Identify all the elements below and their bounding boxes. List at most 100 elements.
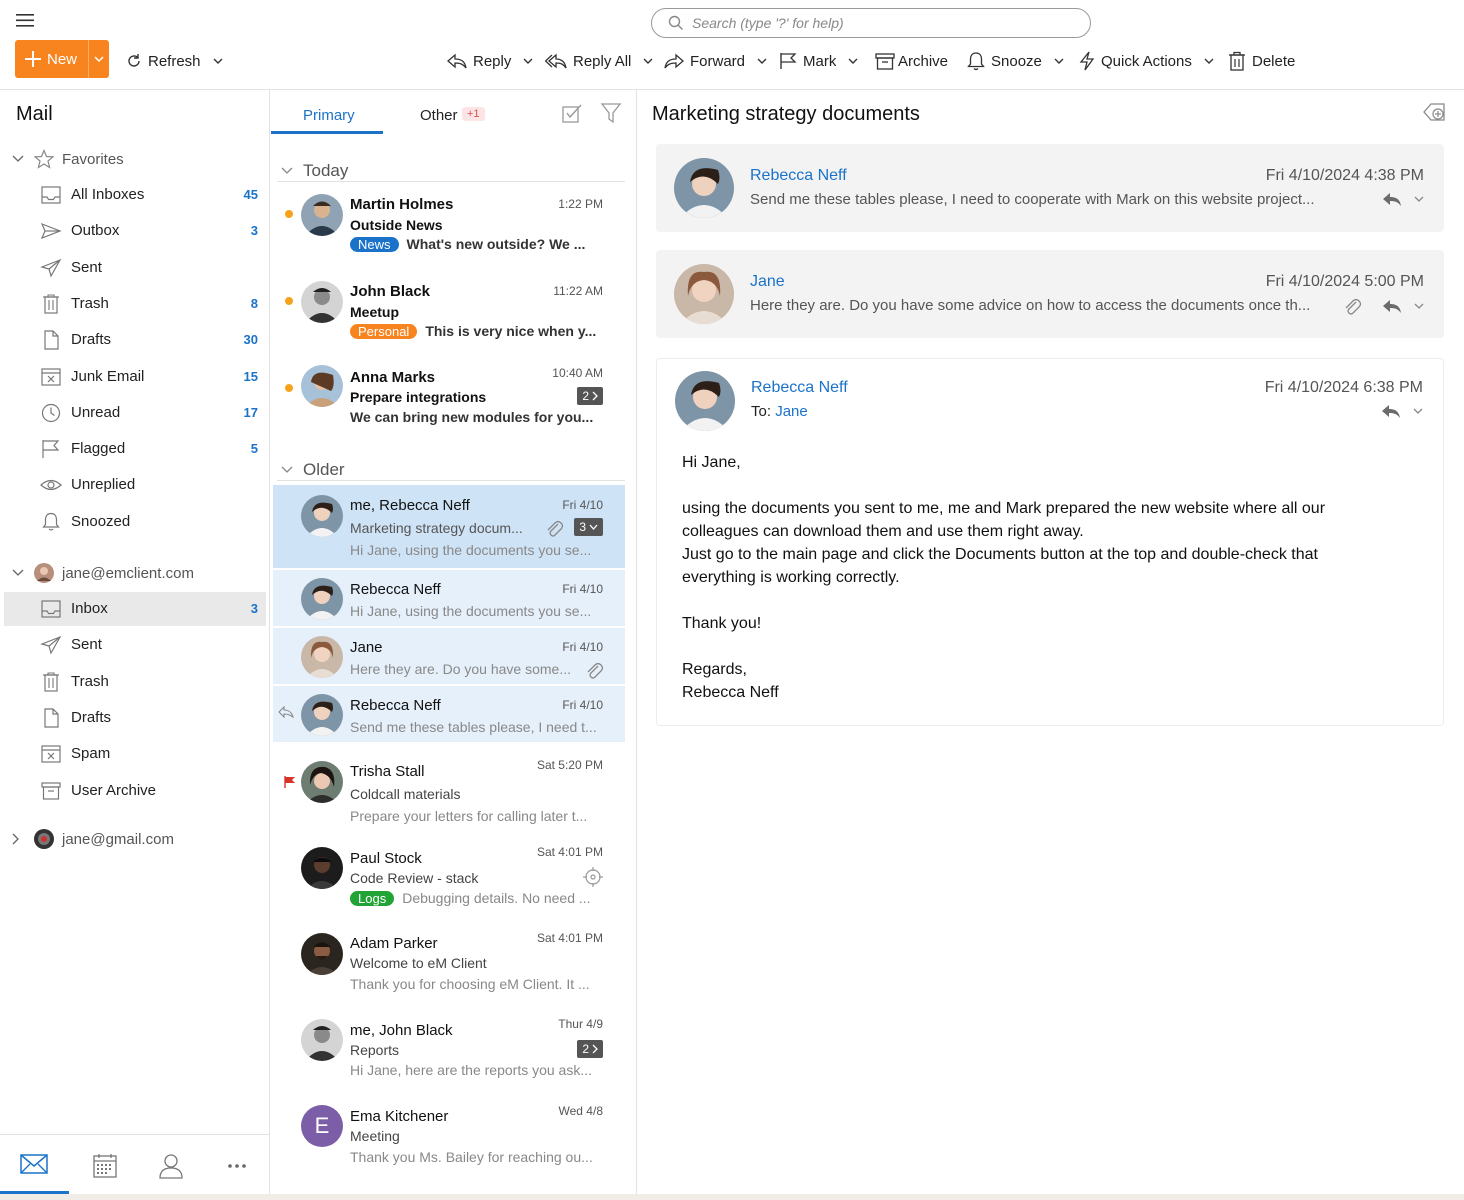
list-item[interactable]: John Black 11:22 AM Meetup Personal This … [273, 273, 625, 347]
chevron-down-icon[interactable] [1414, 303, 1424, 309]
reply-icon[interactable] [1382, 191, 1402, 207]
list-item-selected[interactable]: me, Rebecca Neff Fri 4/10 Marketing stra… [273, 485, 625, 568]
account-jane-emclient[interactable]: jane@emclient.com [12, 561, 194, 585]
list-item[interactable]: me, John Black Thur 4/9 Reports 2 Hi Jan… [273, 1012, 625, 1088]
forward-icon [664, 53, 684, 69]
new-button-main[interactable]: New [15, 40, 89, 78]
message-card-collapsed[interactable]: Jane Fri 4/10/2024 5:00 PM Here they are… [656, 250, 1444, 338]
sidebar-item-trash[interactable]: Trash 8 [4, 287, 266, 321]
thread-count-badge[interactable]: 3 [574, 518, 603, 536]
eye-icon [40, 475, 62, 495]
archive-button[interactable]: Archive [875, 48, 948, 74]
reply-icon[interactable] [1381, 403, 1401, 419]
list-item[interactable]: Anna Marks 10:40 AM Prepare integrations… [273, 360, 625, 434]
refresh-button[interactable]: Refresh [126, 48, 223, 74]
message-card-collapsed[interactable]: Rebecca Neff Fri 4/10/2024 4:38 PM Send … [656, 144, 1444, 232]
sidebar-item-label: Trash [71, 294, 109, 312]
sidebar-item-sent[interactable]: Sent [4, 251, 266, 285]
message-time: Fri 4/10 [562, 640, 603, 654]
thread-count-badge[interactable]: 2 [577, 1040, 603, 1058]
sidebar-item-spam[interactable]: Spam [4, 737, 266, 771]
sent-icon [40, 635, 62, 655]
list-item[interactable]: Adam Parker Sat 4:01 PM Welcome to eM Cl… [273, 926, 625, 1002]
section-today[interactable]: Today [281, 161, 348, 181]
thread-item[interactable]: Rebecca Neff Fri 4/10 Hi Jane, using the… [273, 570, 625, 626]
chevron-right-icon [592, 1044, 598, 1054]
sidebar-item-sent[interactable]: Sent [4, 628, 266, 662]
contacts-icon[interactable] [158, 1153, 188, 1181]
sidebar-item-user-archive[interactable]: User Archive [4, 774, 266, 808]
chevron-down-icon [757, 58, 767, 64]
list-item[interactable]: Paul Stock Sat 4:01 PM Code Review - sta… [273, 840, 625, 916]
reply-all-button[interactable]: Reply All [545, 48, 653, 74]
mail-icon[interactable] [20, 1153, 50, 1181]
sidebar-item-unread[interactable]: Unread 17 [4, 396, 266, 430]
refresh-label: Refresh [148, 52, 201, 70]
chevron-down-icon [12, 569, 26, 577]
new-dropdown-chevron-icon[interactable] [89, 56, 109, 62]
message-preview: Here they are. Do you have some... [350, 661, 571, 677]
sidebar-item-drafts[interactable]: Drafts 30 [4, 323, 266, 357]
quick-actions-button[interactable]: Quick Actions [1079, 48, 1214, 74]
sidebar-item-snoozed[interactable]: Snoozed [4, 505, 266, 539]
message-preview: Prepare your letters for calling later t… [350, 808, 588, 824]
sidebar-item-junk-email[interactable]: Junk Email 15 [4, 360, 266, 394]
filter-icon[interactable] [600, 102, 622, 124]
tab-primary[interactable]: Primary [303, 107, 355, 124]
sender-name[interactable]: Rebecca Neff [751, 379, 848, 397]
mark-label: Mark [803, 52, 837, 70]
sender-name: Rebecca Neff [350, 697, 441, 714]
star-icon [34, 149, 54, 169]
message-subject: Outside News [350, 217, 443, 233]
message-preview: Hi Jane, here are the reports you ask... [350, 1062, 593, 1078]
sidebar-item-all-inboxes[interactable]: All Inboxes 45 [4, 178, 266, 212]
bottom-navigation [0, 1134, 270, 1200]
more-icon[interactable] [226, 1153, 256, 1181]
list-item[interactable]: Martin Holmes 1:22 PM Outside News News W… [273, 186, 625, 260]
sidebar-item-trash[interactable]: Trash [4, 665, 266, 699]
new-button[interactable]: New [15, 40, 109, 78]
thread-count-badge[interactable]: 2 [577, 387, 603, 405]
calendar-icon[interactable] [92, 1153, 122, 1181]
sidebar-item-unreplied[interactable]: Unreplied [4, 468, 266, 502]
chevron-down-icon[interactable] [1414, 196, 1424, 202]
list-item[interactable]: E Ema Kitchener Wed 4/8 Meeting Thank yo… [273, 1099, 625, 1175]
message-date: Fri 4/10/2024 5:00 PM [1265, 273, 1424, 290]
chevron-down-icon[interactable] [1413, 408, 1423, 414]
avatar [301, 933, 343, 975]
menu-icon[interactable] [16, 12, 36, 28]
recipient-name[interactable]: Jane [775, 403, 808, 420]
message-time: Fri 4/10 [562, 498, 603, 512]
sent-icon [40, 258, 62, 278]
delete-button[interactable]: Delete [1228, 48, 1295, 74]
top-toolbar: Search (type '?' for help) New Refresh R… [0, 0, 1464, 90]
select-all-icon[interactable] [561, 102, 583, 124]
section-older[interactable]: Older [281, 460, 345, 480]
search-input[interactable]: Search (type '?' for help) [651, 8, 1091, 38]
thread-item[interactable]: Jane Fri 4/10 Here they are. Do you have… [273, 628, 625, 684]
thread-item[interactable]: Rebecca Neff Fri 4/10 Send me these tabl… [273, 686, 625, 742]
reply-icon[interactable] [1382, 298, 1402, 314]
flag-icon[interactable] [284, 776, 296, 788]
snooze-button[interactable]: Snooze [967, 48, 1064, 74]
sidebar-item-drafts[interactable]: Drafts [4, 701, 266, 735]
forward-button[interactable]: Forward [664, 48, 767, 74]
add-tag-icon[interactable] [1422, 101, 1446, 123]
sidebar-item-outbox[interactable]: Outbox 3 [4, 214, 266, 248]
sender-name[interactable]: Rebecca Neff [750, 167, 847, 185]
sidebar-item-inbox[interactable]: Inbox 3 [4, 592, 266, 626]
account-jane-gmail[interactable]: jane@gmail.com [12, 827, 174, 851]
sender-name[interactable]: Jane [750, 273, 785, 291]
sidebar-item-flagged[interactable]: Flagged 5 [4, 432, 266, 466]
unread-count: 5 [250, 441, 258, 457]
unread-count: 3 [250, 223, 258, 239]
message-actions [1382, 191, 1424, 207]
sender-name: Martin Holmes [350, 196, 454, 213]
reply-button[interactable]: Reply [447, 48, 533, 74]
list-item[interactable]: Trisha Stall Sat 5:20 PM Coldcall materi… [273, 753, 625, 831]
sender-name: Jane [350, 639, 383, 656]
mark-button[interactable]: Mark [779, 48, 858, 74]
flag-icon [779, 52, 797, 70]
tab-other[interactable]: Other [420, 107, 458, 124]
favorites-group[interactable]: Favorites [12, 147, 124, 171]
